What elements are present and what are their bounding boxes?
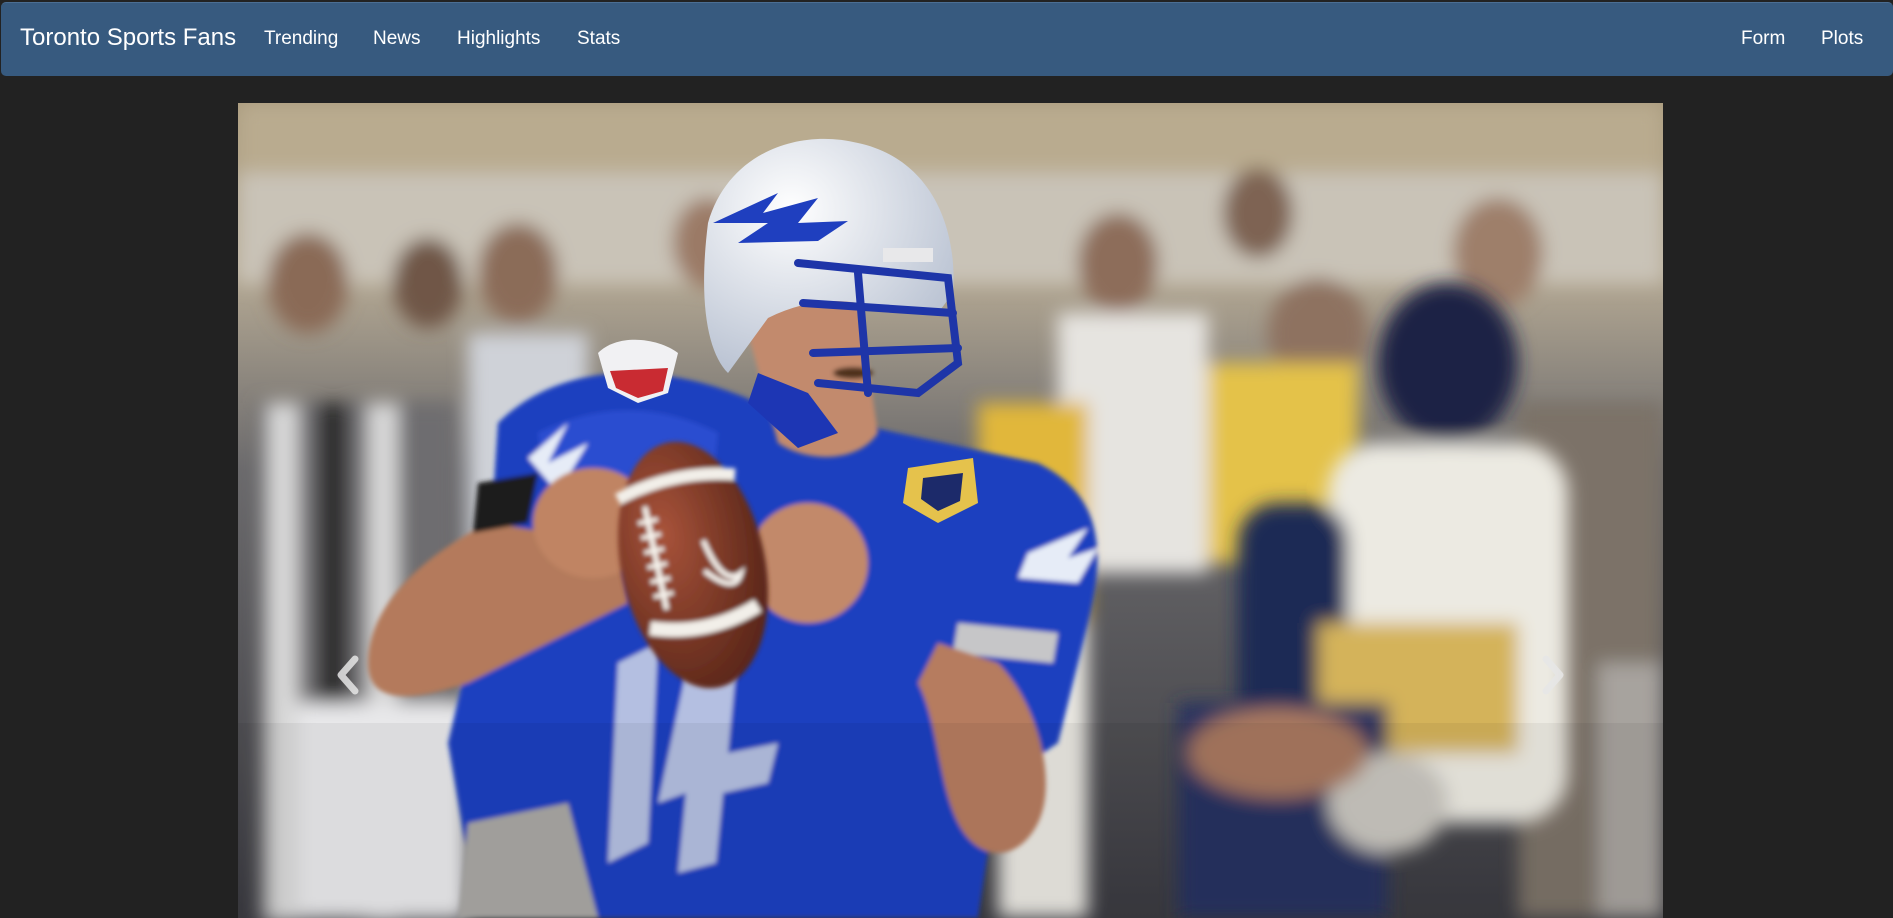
- nav-link-highlights[interactable]: Highlights: [457, 3, 540, 77]
- nav-link-stats[interactable]: Stats: [577, 3, 620, 77]
- image-carousel: [238, 103, 1663, 918]
- carousel-next-button[interactable]: [1513, 103, 1663, 918]
- nav-link-news[interactable]: News: [373, 3, 421, 77]
- nav-link-form[interactable]: Form: [1741, 3, 1785, 77]
- nav-link-plots[interactable]: Plots: [1821, 3, 1863, 77]
- carousel-prev-button[interactable]: [238, 103, 388, 918]
- top-navbar: Toronto Sports Fans Trending News Highli…: [1, 2, 1893, 76]
- nav-link-trending[interactable]: Trending: [264, 3, 338, 77]
- chevron-left-icon: [337, 655, 359, 695]
- brand-link[interactable]: Toronto Sports Fans: [20, 3, 236, 77]
- chevron-right-icon: [1542, 655, 1564, 695]
- football-quarterback-photo: [238, 103, 1663, 918]
